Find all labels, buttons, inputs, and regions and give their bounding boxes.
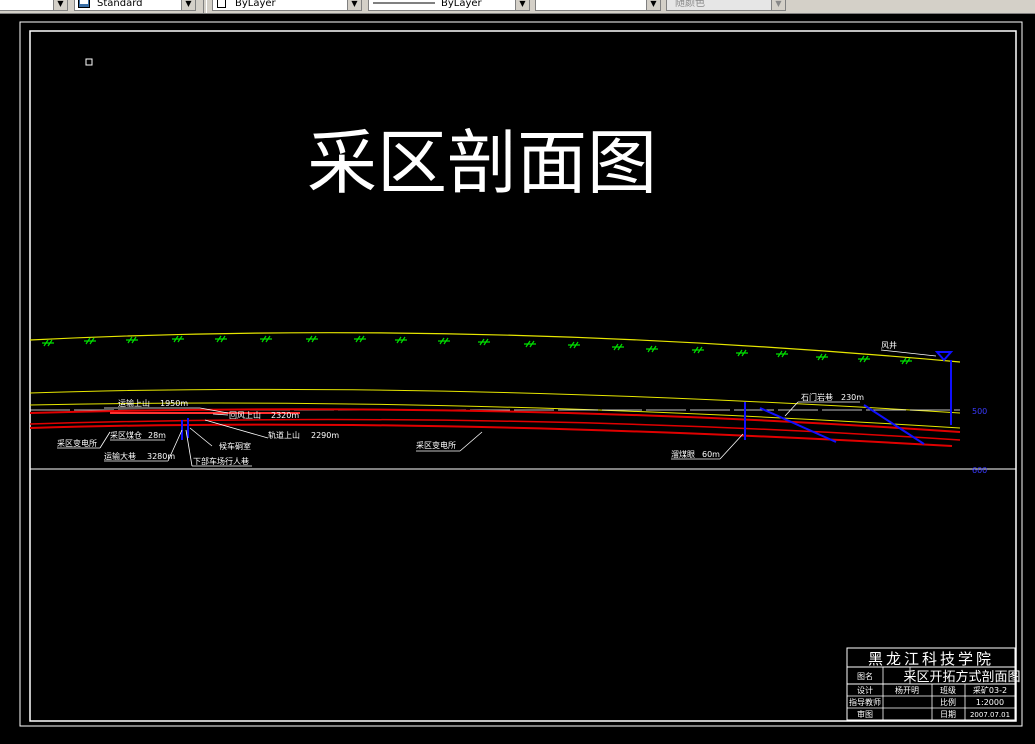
text-style-combo[interactable]: ▼ <box>0 0 68 11</box>
chevron-down-icon[interactable]: ▼ <box>515 0 529 10</box>
linetype-combo[interactable]: ByLayer ▼ <box>368 0 530 11</box>
label-waiting-room: 候车硐室 <box>219 441 251 451</box>
title-block-design-label: 设计 <box>857 685 873 695</box>
label-stone-gate-len: 230m <box>841 393 864 402</box>
chevron-down-icon[interactable]: ▼ <box>646 0 660 10</box>
label-return-up: 回风上山 <box>229 410 261 420</box>
title-block-date-label: 日期 <box>940 710 956 719</box>
title-block-advisor-label: 指导教师 <box>849 697 881 707</box>
label-transport-main: 运输大巷 <box>104 451 136 461</box>
label-coal-bin-len: 28m <box>148 431 166 440</box>
chevron-down-icon[interactable]: ▼ <box>771 0 785 10</box>
title-block-class-label: 班级 <box>940 685 956 695</box>
label-track-up-len: 2290m <box>311 431 339 440</box>
chevron-down-icon[interactable]: ▼ <box>347 0 361 10</box>
label-ventilation-shaft: 风井 <box>881 340 897 350</box>
chevron-down-icon[interactable]: ▼ <box>53 0 67 10</box>
label-drain-hole: 溜煤眼 <box>671 449 695 459</box>
title-block-name-label: 图名 <box>857 671 873 681</box>
label-return-up-len: 2320m <box>271 411 299 420</box>
plot-style-value: 随颜色 <box>675 0 705 9</box>
label-transport-main-len: 3280m <box>147 452 175 461</box>
label-transport-up-len: 1950m <box>160 399 188 408</box>
label-drain-hole-len: 60m <box>702 450 720 459</box>
layer-color-swatch-icon <box>217 0 226 8</box>
title-block: 黑龙江科技学院 图名 采区开拓方式剖面图 设计 杨开明 班级 采矿03-2 指导… <box>846 647 1021 721</box>
drawing-svg[interactable]: 采区剖面图 运输上山 1950m 回风上山 2320m 轨道上山 2290m 采… <box>0 14 1035 740</box>
cursor-pickbox[interactable] <box>85 58 93 66</box>
label-level-600: 600 <box>972 466 987 475</box>
label-stone-gate: 石门岩巷 <box>801 392 833 402</box>
label-section-station-left: 采区变电所 <box>57 438 97 448</box>
title-block-class-value: 采矿03-2 <box>973 685 1007 695</box>
label-lower-pedestrian: 下部车场行人巷 <box>193 456 249 466</box>
properties-toolbar: ▼ Standard ▼ ByLayer ▼ ByLayer ▼ ▼ 随颜色 ▼ <box>0 0 1035 14</box>
title-block-designer: 杨开明 <box>895 685 919 695</box>
label-section-station-mid: 采区变电所 <box>416 440 456 450</box>
label-transport-up: 运输上山 <box>118 398 150 408</box>
grass-symbols <box>42 335 912 365</box>
layer-combo[interactable]: ByLayer ▼ <box>212 0 362 11</box>
label-level-500: 500 <box>972 407 987 416</box>
transport-roadway <box>29 423 953 447</box>
title-block-school: 黑龙江科技学院 <box>868 650 994 668</box>
linetype-sample-icon <box>373 2 435 4</box>
linetype-value: ByLayer <box>441 0 482 9</box>
title-block-review-label: 审图 <box>857 709 873 719</box>
dimension-style-combo[interactable]: Standard ▼ <box>74 0 196 11</box>
leader-lines <box>57 349 937 467</box>
annotation-labels: 运输上山 1950m 回风上山 2320m 轨道上山 2290m 采区煤仓 28… <box>57 340 897 466</box>
title-block-drawing-name: 采区开拓方式剖面图 <box>903 669 1020 685</box>
dimension-style-value: Standard <box>97 0 143 9</box>
layer-value: ByLayer <box>235 0 276 9</box>
title-block-scale-value: 1:2000 <box>976 698 1004 707</box>
label-coal-bin: 采区煤仓 <box>110 430 142 440</box>
drawing-canvas[interactable]: 采区剖面图 运输上山 1950m 回风上山 2320m 轨道上山 2290m 采… <box>0 14 1035 740</box>
label-track-up: 轨道上山 <box>268 430 300 440</box>
lineweight-combo[interactable]: ▼ <box>535 0 661 11</box>
dimension-style-icon <box>78 0 90 8</box>
plot-style-combo[interactable]: 随颜色 ▼ <box>666 0 786 11</box>
toolbar-separator <box>203 0 207 13</box>
chevron-down-icon[interactable]: ▼ <box>181 0 195 10</box>
title-block-scale-label: 比例 <box>940 697 956 707</box>
drawing-title: 采区剖面图 <box>307 122 657 204</box>
title-block-date-value: 2007.07.01 <box>970 711 1010 719</box>
